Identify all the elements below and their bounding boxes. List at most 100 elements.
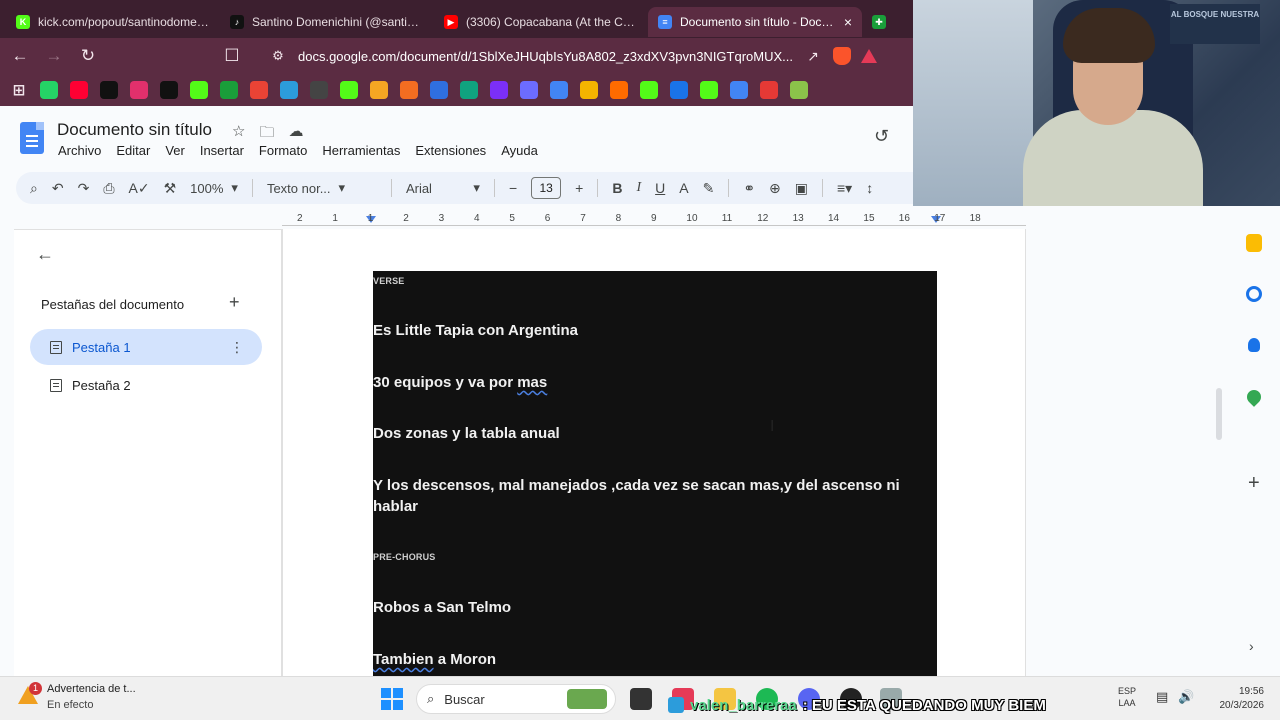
reload-icon[interactable]: ↻ [78, 46, 98, 66]
bookmark-icon[interactable] [700, 81, 718, 99]
insert-image-icon[interactable]: ▣ [795, 180, 808, 197]
document-title[interactable]: Documento sin título [57, 120, 212, 140]
italic-icon[interactable]: I [636, 180, 641, 196]
volume-icon[interactable]: 🔊 [1178, 689, 1194, 705]
align-icon[interactable]: ≡▾ [837, 180, 852, 197]
text-color-icon[interactable]: A [679, 180, 688, 196]
notice-title[interactable]: Advertencia de t... [47, 683, 136, 695]
start-button[interactable] [381, 688, 403, 710]
share-icon[interactable]: ↗ [803, 48, 823, 65]
lyric-line[interactable]: Y los descensos, mal manejados ,cada vez… [373, 475, 921, 517]
browser-tab[interactable]: Kkick.com/popout/santinodomenic [6, 7, 220, 37]
task-view-icon[interactable] [630, 688, 652, 710]
bookmark-icon[interactable] [100, 81, 118, 99]
browser-tab[interactable]: ≡ Documento sin título - Docum × [648, 7, 862, 37]
add-comment-icon[interactable]: ⊕ [769, 180, 781, 197]
get-addons-icon[interactable]: + [1248, 472, 1260, 495]
bookmark-icon[interactable] [640, 81, 658, 99]
apps-grid-icon[interactable]: ⊞ [10, 81, 28, 99]
language-indicator[interactable]: ESP LAA [1118, 685, 1136, 709]
bookmark-icon[interactable] [220, 81, 238, 99]
lyric-line[interactable]: Es Little Tapia con Argentina [373, 320, 921, 341]
bookmark-icon[interactable] [160, 81, 178, 99]
underline-icon[interactable]: U [655, 180, 665, 196]
network-icon[interactable]: ▤ [1156, 689, 1168, 705]
spellcheck-icon[interactable]: A✓ [129, 180, 150, 197]
maps-icon[interactable] [1244, 387, 1264, 407]
zoom-select[interactable]: 100% ▾ [190, 180, 238, 196]
close-sidebar-icon[interactable]: ← [36, 244, 54, 265]
print-icon[interactable]: ⎙ [103, 180, 114, 197]
menu-item[interactable]: Editar [116, 143, 150, 158]
bookmark-icon[interactable] [550, 81, 568, 99]
bookmark-icon[interactable]: ☐ [222, 46, 242, 66]
insert-link-icon[interactable]: ⚭ [743, 180, 755, 197]
brave-rewards-icon[interactable] [861, 49, 877, 63]
bookmark-icon[interactable] [490, 81, 508, 99]
highlight-icon[interactable]: ✎ [703, 180, 715, 197]
increase-font-size-icon[interactable]: + [575, 180, 583, 196]
lyric-line[interactable]: Tambien a Moron [373, 649, 921, 670]
bookmark-icon[interactable] [340, 81, 358, 99]
decrease-font-size-icon[interactable]: − [509, 180, 517, 196]
undo-icon[interactable]: ↶ [52, 180, 64, 197]
search-menus-icon[interactable]: ⌕ [30, 180, 38, 197]
browser-tab[interactable]: ✚PR [862, 7, 902, 37]
bold-icon[interactable]: B [612, 180, 622, 196]
lyric-line[interactable]: Dos zonas y la tabla anual [373, 423, 921, 444]
ruler[interactable]: 2 1 1 2 3 4 5 6 7 8 9 10 11 12 13 14 15 16 17 18 [282, 210, 1026, 228]
bookmark-icon[interactable] [40, 81, 58, 99]
site-settings-icon[interactable]: ⚙ [268, 48, 288, 64]
font-size-field[interactable]: 13 [531, 177, 562, 199]
bookmark-icon[interactable] [400, 81, 418, 99]
add-tab-icon[interactable]: + [229, 292, 240, 313]
bookmark-icon[interactable] [670, 81, 688, 99]
menu-item[interactable]: Ver [165, 143, 185, 158]
bookmark-icon[interactable] [760, 81, 778, 99]
bookmark-icon[interactable] [370, 81, 388, 99]
version-history-icon[interactable]: ↺ [874, 126, 889, 147]
paint-format-icon[interactable]: ⚒ [164, 180, 177, 197]
redo-icon[interactable]: ↷ [78, 180, 90, 197]
bookmark-icon[interactable] [70, 81, 88, 99]
spellcheck-word[interactable]: mas [517, 374, 547, 391]
bookmark-icon[interactable] [430, 81, 448, 99]
browser-tab[interactable]: ♪ Santino Domenichini (@santinodo [220, 7, 434, 37]
menu-item[interactable]: Herramientas [322, 143, 400, 158]
bookmark-icon[interactable] [190, 81, 208, 99]
brave-shield-icon[interactable] [833, 47, 851, 65]
bookmark-icon[interactable] [460, 81, 478, 99]
docs-logo-icon[interactable] [20, 122, 44, 154]
bookmark-icon[interactable] [250, 81, 268, 99]
menu-item[interactable]: Insertar [200, 143, 244, 158]
lyric-line[interactable]: 30 equipos y va por mas [373, 372, 921, 393]
menu-item[interactable]: Extensiones [415, 143, 486, 158]
tasks-icon[interactable] [1246, 286, 1262, 302]
bookmark-icon[interactable] [310, 81, 328, 99]
menu-item[interactable]: Archivo [58, 143, 101, 158]
bookmark-icon[interactable] [130, 81, 148, 99]
sidebar-item-tab-2[interactable]: Pestaña 2 [30, 367, 262, 403]
forward-icon[interactable]: → [44, 46, 64, 66]
warning-icon[interactable]: 1 [18, 682, 42, 708]
keep-icon[interactable] [1246, 234, 1262, 252]
more-options-icon[interactable]: ⋮ [230, 339, 244, 356]
lyrics-block[interactable]: VERSE Es Little Tapia con Argentina 30 e… [373, 271, 937, 676]
document-page[interactable]: VERSE Es Little Tapia con Argentina 30 e… [282, 229, 1026, 676]
bookmark-icon[interactable] [790, 81, 808, 99]
sidebar-item-tab-1[interactable]: Pestaña 1 ⋮ [30, 329, 262, 365]
bookmark-icon[interactable] [730, 81, 748, 99]
taskbar-search[interactable]: ⌕ Buscar [416, 684, 616, 714]
url-field[interactable]: ⚙ docs.google.com/document/d/1SblXeJHUqb… [256, 42, 889, 70]
close-tab-icon[interactable]: × [844, 14, 852, 30]
line-spacing-icon[interactable]: ↕ [866, 180, 873, 196]
clock[interactable]: 19:56 20/3/2026 [1208, 685, 1265, 713]
bookmark-icon[interactable] [610, 81, 628, 99]
font-select[interactable]: Arial ▾ [406, 180, 480, 196]
contacts-icon[interactable] [1248, 338, 1260, 352]
bookmark-icon[interactable] [280, 81, 298, 99]
document-scrollbar[interactable] [1216, 388, 1222, 440]
browser-tab[interactable]: ▶ (3306) Copacabana (At the Copa) [434, 7, 648, 37]
paragraph-style-select[interactable]: Texto nor... ▾ [267, 180, 377, 196]
spellcheck-word[interactable]: Tambien [373, 651, 434, 668]
